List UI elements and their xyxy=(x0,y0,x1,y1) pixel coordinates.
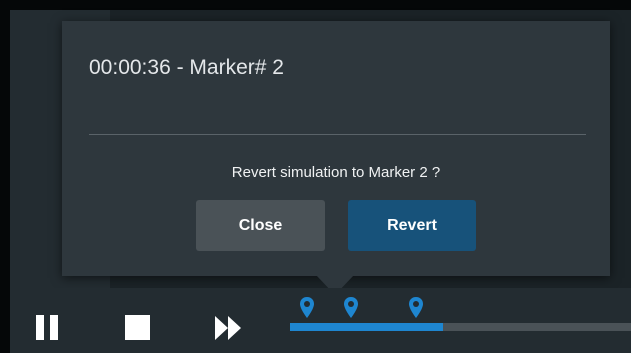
marker-pin-icon[interactable] xyxy=(343,296,359,320)
dialog-message: Revert simulation to Marker 2 ? xyxy=(231,164,441,181)
simulation-screen: 00:00:36 - Marker# 2 Revert simulation t… xyxy=(0,0,631,353)
revert-button[interactable]: Revert xyxy=(348,200,476,251)
playback-controls xyxy=(10,288,631,353)
revert-marker-dialog: 00:00:36 - Marker# 2 Revert simulation t… xyxy=(62,21,610,276)
stop-icon[interactable] xyxy=(125,315,150,340)
dialog-divider xyxy=(89,134,586,135)
dialog-title: 00:00:36 - Marker# 2 xyxy=(89,56,284,79)
pause-icon[interactable] xyxy=(36,315,58,340)
fast-forward-icon[interactable] xyxy=(215,316,243,340)
marker-pin-icon[interactable] xyxy=(299,296,315,320)
timeline-progress xyxy=(290,323,443,331)
close-button[interactable]: Close xyxy=(196,200,325,251)
marker-pin-icon[interactable] xyxy=(408,296,424,320)
timeline-scrubber[interactable] xyxy=(290,296,631,336)
